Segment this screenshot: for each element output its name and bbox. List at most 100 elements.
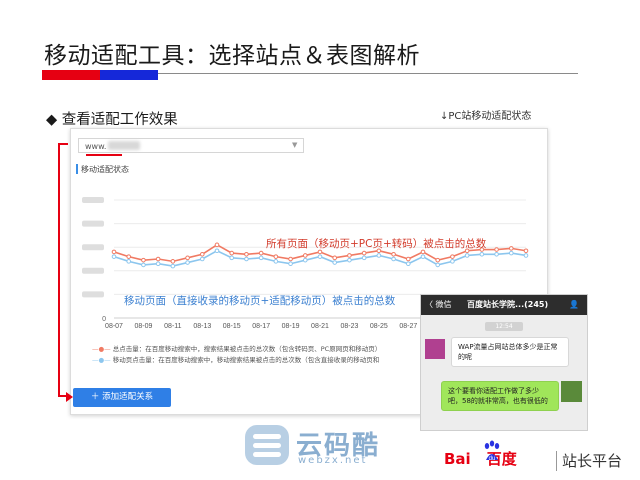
data-point: [420, 254, 426, 259]
y-tick-redacted: [82, 267, 104, 274]
data-point: [361, 255, 367, 261]
y-tick-redacted: [82, 197, 104, 203]
legend-mobile-text: 移动页点击量：在百度移动搜索中，移动搜索结果被点击的总次数（包含直接收录的移动页…: [112, 356, 380, 364]
data-point: [523, 248, 529, 254]
data-point: [155, 256, 161, 262]
data-point: [170, 263, 176, 269]
x-tick-label: 08-13: [193, 323, 211, 330]
data-point: [450, 254, 455, 259]
data-point: [347, 257, 352, 263]
x-tick-label: 08-09: [134, 323, 152, 330]
chat-back-link[interactable]: 〈 微信: [425, 295, 452, 315]
x-tick-label: 08-25: [370, 323, 388, 330]
data-point: [126, 259, 132, 264]
chat-timestamp: 12:54: [485, 322, 523, 331]
data-point: [111, 254, 117, 259]
data-point: [494, 251, 499, 257]
y-tick-redacted: [82, 244, 104, 251]
baidu-logo-du: du: [489, 456, 496, 462]
url-redacted-blur: [108, 141, 140, 150]
chat-header: 〈 微信 百度站长学院...(245) 👤: [421, 295, 587, 315]
data-point: [288, 261, 293, 267]
data-point: [302, 253, 308, 258]
annotation-all-pages: 所有页面（移动页+PC页+转码）被点击的总数: [266, 238, 487, 250]
watermark-url: webzx.net: [298, 455, 368, 466]
x-tick-label: 08-27: [399, 323, 417, 330]
title-rule: [158, 73, 578, 74]
platform-label: 站长平台: [562, 452, 623, 470]
data-point: [199, 251, 205, 257]
chart-title: 移动适配状态: [81, 165, 129, 174]
data-point: [361, 250, 367, 256]
data-point: [273, 259, 279, 264]
data-point: [302, 257, 308, 263]
chevron-down-icon[interactable]: ▼: [292, 138, 297, 153]
x-tick-label: 08-07: [105, 323, 123, 330]
data-point: [229, 250, 235, 256]
data-point: [244, 251, 249, 257]
x-tick-label: 08-15: [223, 323, 241, 330]
pc-status-note: ↓PC站移动适配状态: [440, 111, 532, 122]
x-tick-label: 08-19: [282, 323, 300, 330]
baidu-logo-bai: Bai: [444, 450, 471, 468]
callout-bracket: [58, 143, 68, 397]
data-point: [229, 255, 235, 261]
data-point: [347, 253, 352, 258]
data-point: [185, 255, 190, 261]
x-tick-label: 08-23: [340, 323, 358, 330]
data-point: [376, 253, 382, 258]
title-accent-blue: [100, 70, 158, 80]
url-highlight-underline: [86, 154, 122, 156]
x-tick-label: 08-17: [252, 323, 270, 330]
chat-group-title: 百度站长学院...(245): [467, 300, 549, 309]
legend-total-text: 总点击量：在百度移动搜索中，搜索结果被点击的总次数（包含转码页、PC原网页和移动…: [112, 345, 382, 353]
data-point: [185, 260, 190, 265]
slide-title: 移动适配工具：选择站点＆表图解析: [44, 43, 420, 69]
x-tick-label: 08-11: [164, 323, 181, 330]
add-adaptation-button[interactable]: ＋ 添加适配关系: [73, 388, 171, 407]
data-point: [523, 253, 529, 258]
data-point: [332, 260, 338, 265]
data-point: [155, 261, 161, 267]
data-point: [435, 262, 441, 268]
data-point: [199, 256, 205, 262]
legend-line-icon: —●—: [92, 345, 111, 353]
legend-mobile-clicks: —●— 移动页点击量：在百度移动搜索中，移动搜索结果被点击的总次数（包含直接收录…: [92, 354, 379, 364]
watermark-logo-icon: [245, 425, 289, 465]
data-point: [258, 250, 264, 256]
data-point: [405, 261, 411, 267]
data-point: [391, 251, 396, 257]
data-point: [508, 250, 514, 256]
data-point: [464, 253, 470, 258]
data-point: [170, 259, 176, 264]
data-point: [214, 242, 220, 248]
logo-divider: [556, 451, 557, 471]
data-point: [141, 262, 146, 268]
data-point: [273, 254, 279, 259]
data-point: [288, 256, 293, 262]
avatar: [561, 381, 582, 402]
legend-line-icon: —●—: [92, 356, 111, 364]
baidu-logo: Bai 百度: [444, 448, 517, 469]
x-tick-label: 08-21: [311, 323, 329, 330]
data-point: [126, 254, 132, 259]
data-point: [244, 256, 249, 262]
annotation-mobile-pages: 移动页面（直接收录的移动页+适配移动页）被点击的总数: [124, 295, 396, 307]
data-point: [391, 256, 396, 262]
data-point: [435, 257, 441, 263]
y-tick-label: 0: [102, 316, 106, 323]
y-tick-redacted: [82, 220, 104, 227]
data-point: [258, 255, 264, 261]
callout-arrow-icon: [66, 392, 73, 402]
title-accent-red: [42, 70, 100, 80]
data-point: [214, 248, 220, 254]
data-point: [317, 254, 323, 259]
data-point: [450, 259, 455, 264]
group-members-icon[interactable]: 👤: [569, 295, 579, 315]
data-point: [141, 257, 146, 263]
chat-message-right: 这个要看你适配工作做了多少吧，58的就非常高，也有很低的: [441, 381, 559, 411]
data-point: [508, 246, 514, 251]
chart-label-marker: [76, 164, 78, 174]
data-point: [111, 249, 117, 255]
baidu-paw-icon: du: [484, 440, 500, 462]
